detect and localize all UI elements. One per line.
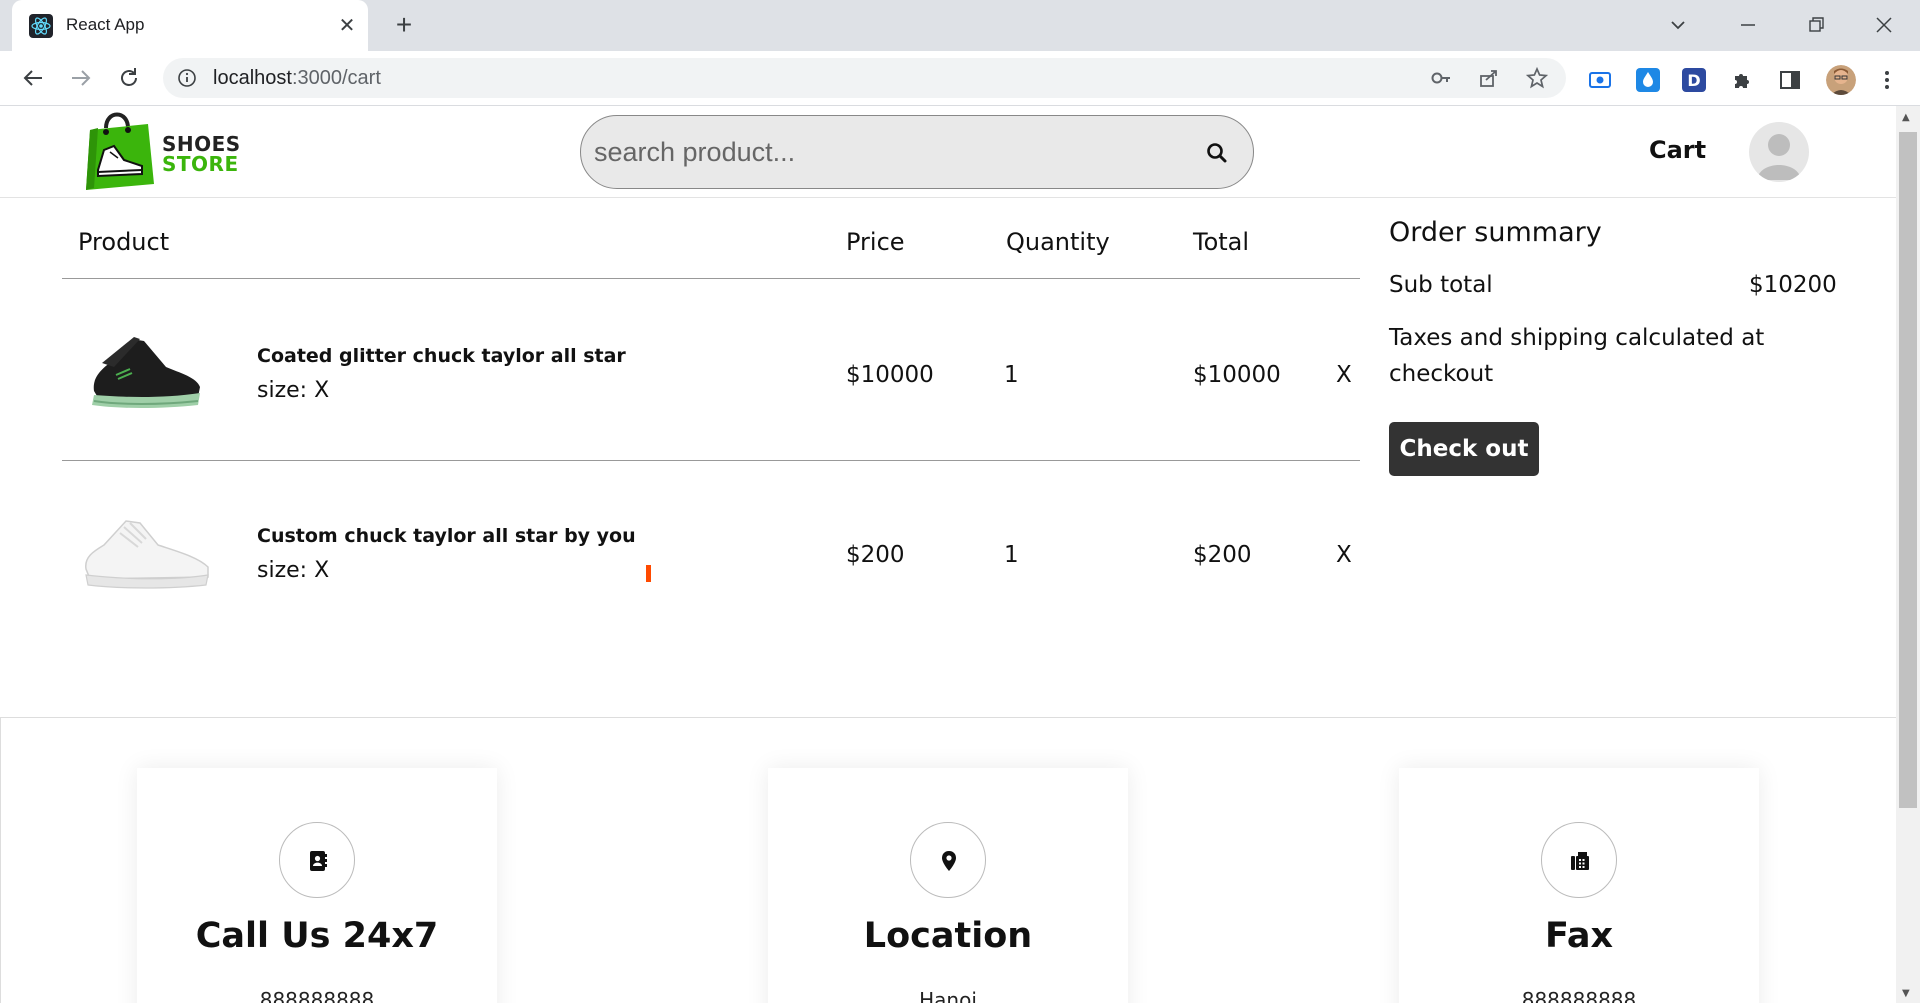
d-extension-icon[interactable]: D <box>1682 68 1706 92</box>
product-image-white-sneaker[interactable] <box>80 505 212 597</box>
product-quantity[interactable]: 1 <box>1004 542 1019 568</box>
bookmark-star-icon[interactable] <box>1526 67 1548 89</box>
scroll-up-arrow-icon[interactable]: ▲ <box>1902 112 1910 123</box>
share-icon[interactable] <box>1478 67 1500 89</box>
user-avatar[interactable] <box>1749 122 1809 182</box>
shoes-store-logo[interactable]: SHOES STORE <box>84 106 244 190</box>
product-size: size: X <box>257 558 330 583</box>
product-name[interactable]: Custom chuck taylor all star by you <box>257 525 636 547</box>
card-value[interactable]: 888888888 <box>137 988 497 1003</box>
side-panel-icon[interactable] <box>1778 68 1802 92</box>
cart-row: Coated glitter chuck taylor all star siz… <box>62 279 1360 459</box>
back-arrow-icon[interactable] <box>18 63 48 93</box>
profile-avatar-icon[interactable] <box>1826 65 1856 95</box>
taxes-note: Taxes and shipping calculated at checkou… <box>1389 325 1765 387</box>
reload-icon[interactable] <box>114 63 144 93</box>
forward-arrow-icon[interactable] <box>66 63 96 93</box>
extensions-puzzle-icon[interactable] <box>1731 68 1755 92</box>
search-input[interactable] <box>594 134 1184 170</box>
card-title: Fax <box>1544 916 1614 956</box>
contact-book-icon <box>310 851 327 871</box>
order-summary-title: Order summary <box>1389 217 1602 248</box>
site-info-icon[interactable] <box>177 68 197 88</box>
svg-text:D: D <box>1687 71 1700 90</box>
cart-link[interactable]: Cart <box>1649 136 1706 164</box>
password-key-icon[interactable] <box>1430 67 1452 89</box>
address-bar[interactable]: localhost:3000/cart <box>163 58 1566 98</box>
new-tab-icon[interactable]: + <box>390 11 418 40</box>
search-bar <box>580 115 1254 189</box>
contact-card-fax: Fax 888888888 <box>1399 768 1759 1003</box>
url-host: localhost <box>213 67 292 89</box>
tab-close-icon[interactable]: ✕ <box>335 13 359 37</box>
screenshot-extension-icon[interactable] <box>1588 68 1612 92</box>
browser-tab[interactable]: React App ✕ <box>12 0 368 51</box>
product-size: size: X <box>257 378 330 403</box>
location-pin-icon <box>942 851 956 871</box>
product-price: $200 <box>846 542 905 568</box>
page-content: SHOES STORE Cart Product Price Quantity … <box>0 106 1896 1003</box>
browser-tab-strip: React App ✕ + <box>0 0 1920 51</box>
react-favicon-icon <box>29 14 53 38</box>
subtotal-value: $10200 <box>1749 272 1837 298</box>
card-title: Location <box>863 916 1033 956</box>
contact-card-call: Call Us 24x7 888888888 <box>137 768 497 1003</box>
checkout-button[interactable]: Check out <box>1389 422 1539 476</box>
browser-toolbar: localhost:3000/cart D <box>0 51 1920 106</box>
card-value: Hanoi <box>919 988 977 1003</box>
product-price: $10000 <box>846 362 934 388</box>
browser-menu-icon[interactable] <box>1875 68 1899 92</box>
column-header-quantity: Quantity <box>1006 228 1110 256</box>
logo-text-store: STORE <box>162 152 239 176</box>
scroll-down-arrow-icon[interactable]: ▼ <box>1902 988 1910 999</box>
column-header-price: Price <box>846 228 905 256</box>
restore-icon[interactable] <box>1801 10 1831 40</box>
subtotal-label: Sub total <box>1389 272 1493 298</box>
tab-title: React App <box>66 15 145 34</box>
card-title: Call Us 24x7 <box>195 916 439 956</box>
product-name[interactable]: Coated glitter chuck taylor all star <box>257 345 626 367</box>
contact-section: Call Us 24x7 888888888 Location Hanoi Fa… <box>0 717 1896 1003</box>
card-icon-circle <box>910 822 986 898</box>
card-value[interactable]: 888888888 <box>1399 988 1759 1003</box>
product-total: $200 <box>1193 542 1252 568</box>
minimize-icon[interactable] <box>1733 10 1763 40</box>
column-header-total: Total <box>1193 228 1250 256</box>
card-icon-circle <box>279 822 355 898</box>
column-header-product: Product <box>78 228 170 256</box>
search-icon[interactable] <box>1204 140 1230 166</box>
remove-item-button[interactable]: X <box>1336 362 1352 388</box>
product-image-black-sneaker[interactable] <box>80 321 212 413</box>
fax-icon <box>1571 852 1589 870</box>
text-cursor-marker <box>646 565 651 582</box>
cart-row: Custom chuck taylor all star by you size… <box>62 461 1360 641</box>
remove-item-button[interactable]: X <box>1336 542 1352 568</box>
tab-search-chevron-icon[interactable] <box>1663 10 1693 40</box>
scrollbar-thumb[interactable] <box>1899 132 1917 808</box>
product-total: $10000 <box>1193 362 1281 388</box>
card-icon-circle <box>1541 822 1617 898</box>
url-text: localhost:3000/cart <box>213 67 381 90</box>
close-window-icon[interactable] <box>1869 10 1899 40</box>
site-header: SHOES STORE Cart <box>0 106 1896 198</box>
shopping-bag-shoe-icon <box>86 112 154 190</box>
water-drop-extension-icon[interactable] <box>1636 68 1660 92</box>
user-silhouette-icon <box>1757 134 1801 180</box>
url-path: :3000/cart <box>291 67 381 89</box>
product-quantity[interactable]: 1 <box>1004 362 1019 388</box>
contact-card-location: Location Hanoi <box>768 768 1128 1003</box>
